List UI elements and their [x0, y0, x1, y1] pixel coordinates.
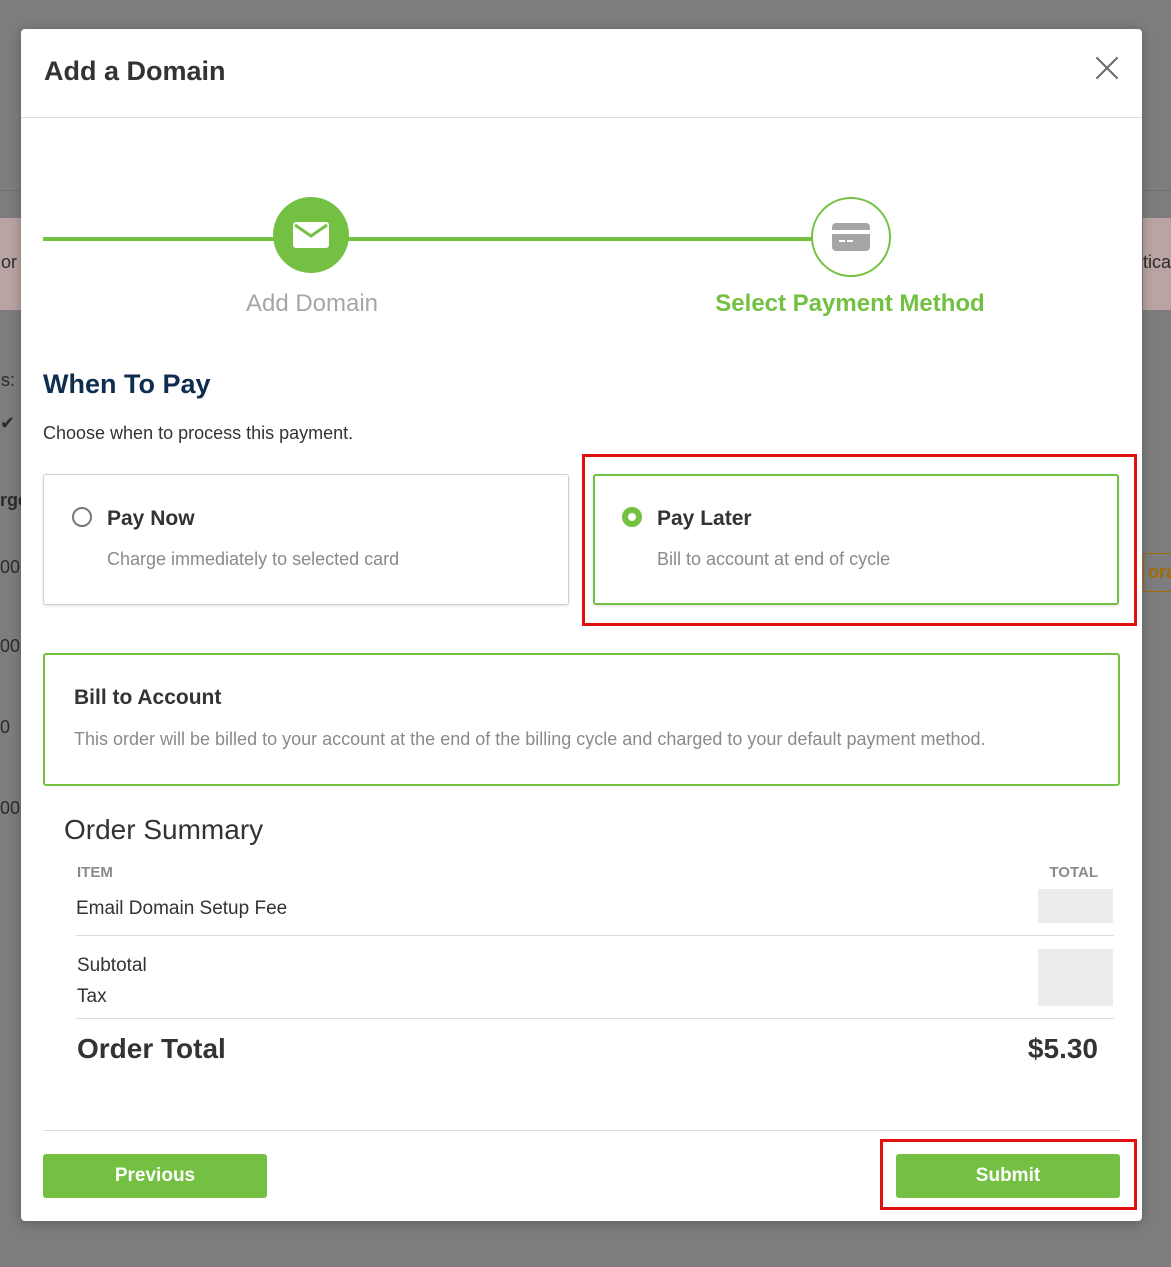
background-text: 0 [0, 717, 11, 737]
background-text: 00 [0, 557, 21, 577]
stepper: Add Domain Select Payment Method [21, 197, 1142, 317]
column-header-item: ITEM [77, 864, 113, 881]
bill-to-account-panel: Bill to Account This order will be bille… [43, 653, 1120, 786]
order-total-label: Order Total [77, 1033, 226, 1064]
bill-to-account-title: Bill to Account [74, 686, 222, 709]
background-divider [0, 190, 21, 191]
summary-divider [76, 1018, 1114, 1019]
step-label-add-domain: Add Domain [245, 290, 379, 317]
background-divider [1143, 190, 1171, 191]
stepper-progress-line [43, 237, 813, 241]
subtotal-label: Subtotal [77, 955, 147, 976]
step-label-select-payment: Select Payment Method [715, 290, 985, 317]
modal-header: Add a Domain [21, 29, 1142, 118]
previous-button[interactable]: Previous [43, 1154, 267, 1198]
close-icon[interactable] [1092, 53, 1122, 83]
background-text: ✔ [0, 413, 16, 433]
pay-later-title: Pay Later [657, 507, 752, 530]
submit-button[interactable]: Submit [896, 1154, 1120, 1198]
envelope-icon [293, 222, 329, 248]
column-header-total: TOTAL [1049, 864, 1098, 881]
when-to-pay-subtitle: Choose when to process this payment. [43, 423, 354, 443]
pay-later-radio[interactable] [622, 507, 642, 527]
order-total-value: $5.30 [1027, 1033, 1098, 1064]
pay-now-radio[interactable] [72, 507, 92, 527]
background-text: tica [1143, 252, 1171, 272]
background-text: s: [1, 370, 16, 390]
line-item-name: Email Domain Setup Fee [76, 898, 288, 919]
step-select-payment [811, 197, 891, 277]
order-summary-title: Order Summary [64, 814, 264, 845]
background-text: 00 [0, 636, 21, 656]
modal-title: Add a Domain [44, 56, 226, 86]
line-item-total-redacted [1038, 889, 1113, 923]
pay-later-option[interactable]: Pay Later Bill to account at end of cycl… [593, 474, 1119, 605]
subtotal-tax-redacted [1038, 949, 1113, 1006]
pay-now-title: Pay Now [107, 507, 195, 530]
background-chip: ora [1143, 553, 1171, 592]
background-text: or [1, 252, 18, 272]
bill-to-account-description: This order will be billed to your accoun… [74, 729, 986, 749]
footer-divider [43, 1130, 1120, 1131]
background-text: 00 [0, 798, 21, 818]
step-add-domain [273, 197, 349, 273]
tax-label: Tax [77, 986, 107, 1007]
summary-divider [76, 935, 1114, 936]
credit-card-icon [832, 223, 870, 251]
pay-now-option[interactable]: Pay Now Charge immediately to selected c… [43, 474, 569, 605]
add-domain-modal: Add a Domain Add Domain Select Payment M… [21, 29, 1142, 1221]
pay-now-description: Charge immediately to selected card [107, 549, 400, 569]
when-to-pay-title: When To Pay [43, 369, 211, 399]
pay-later-description: Bill to account at end of cycle [657, 549, 891, 569]
